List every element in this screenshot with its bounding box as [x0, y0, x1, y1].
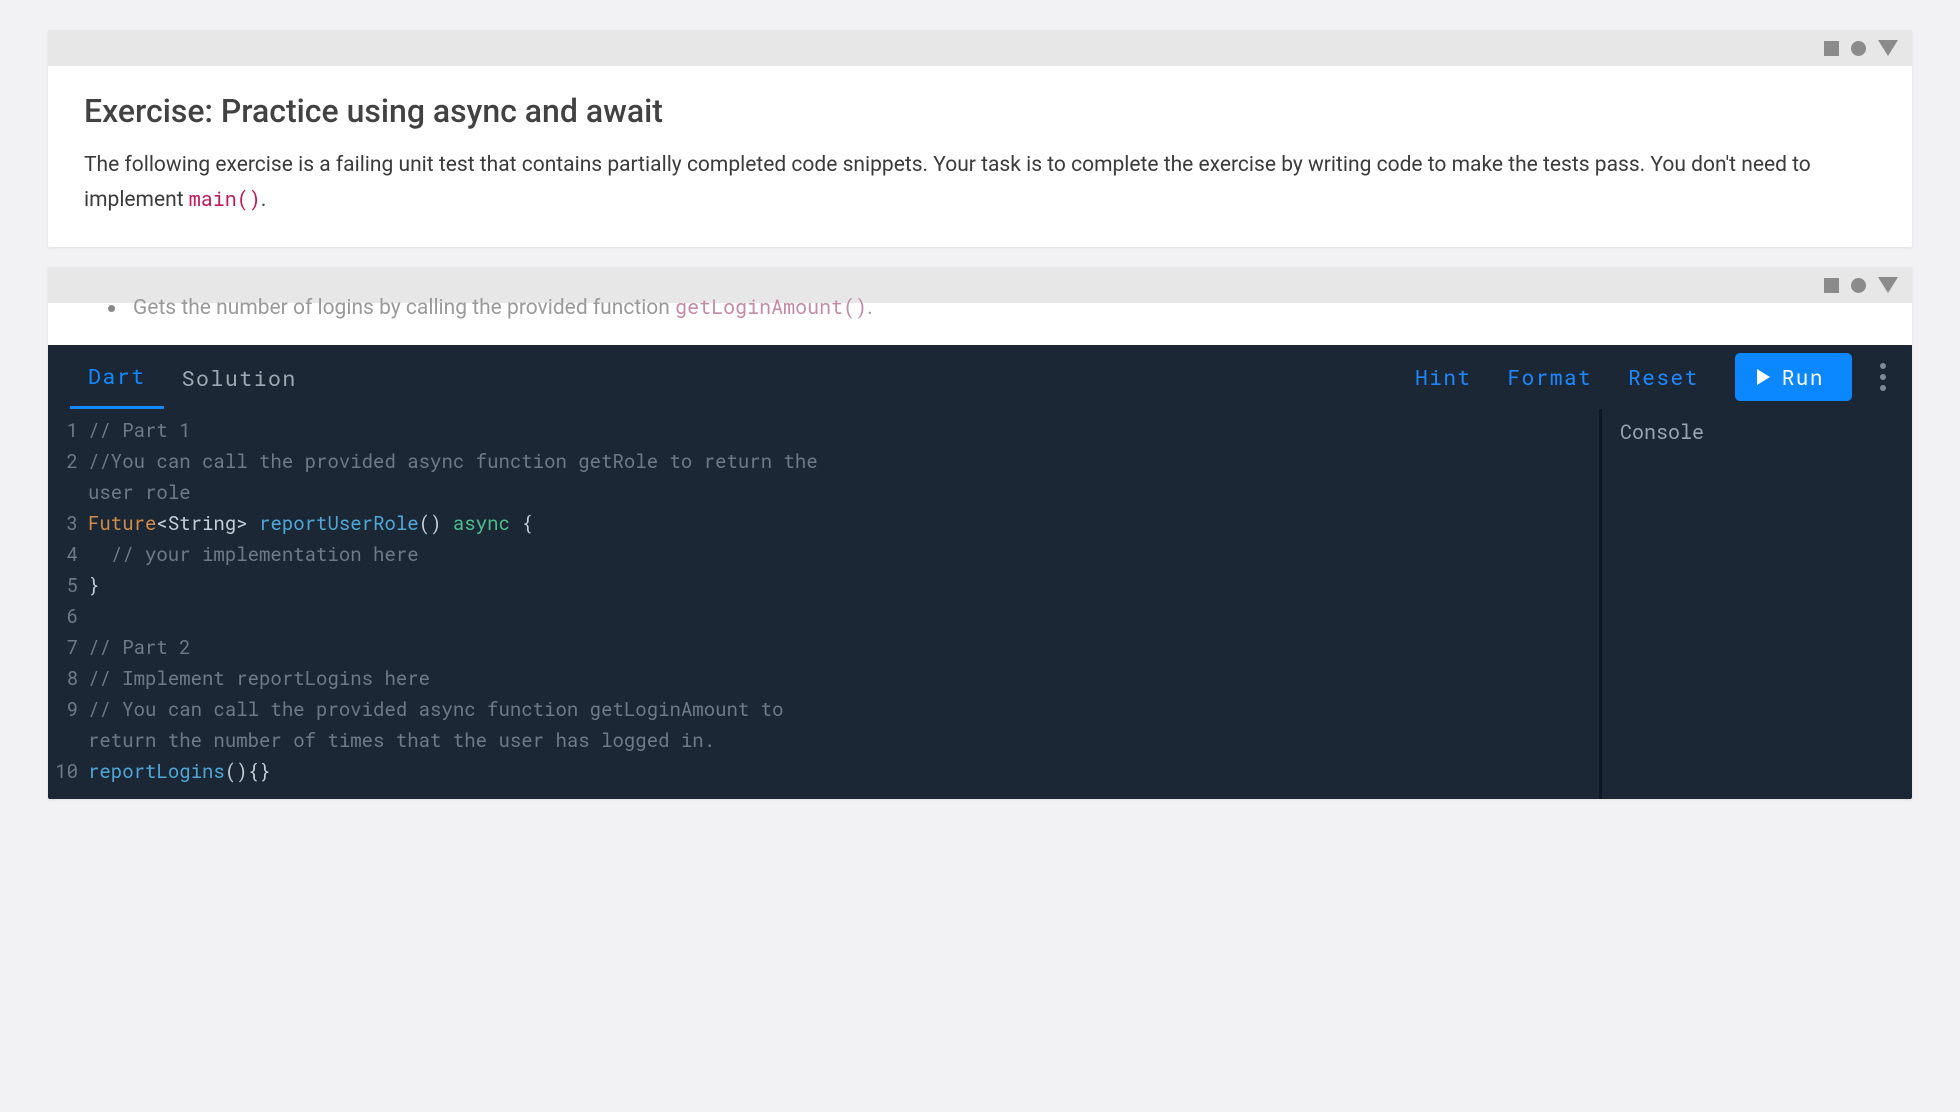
line-number: 7 — [48, 632, 88, 663]
line-number — [48, 725, 88, 756]
truncated-instructions: Gets the number of logins by calling the… — [48, 303, 1912, 345]
code-line[interactable]: 3Future<String> reportUserRole() async { — [48, 508, 1599, 539]
hint-button[interactable]: Hint — [1415, 363, 1471, 391]
line-number: 3 — [48, 508, 88, 539]
exercise-title: Exercise: Practice using async and await — [84, 92, 1876, 130]
reset-button[interactable]: Reset — [1628, 363, 1699, 391]
record-icon[interactable] — [1851, 278, 1866, 293]
line-number: 4 — [48, 539, 88, 570]
editor-toolbar: Dart Solution Hint Format Reset Run — [48, 345, 1912, 409]
line-content[interactable]: Future<String> reportUserRole() async { — [88, 508, 1599, 539]
run-button-label: Run — [1782, 363, 1824, 391]
format-button[interactable]: Format — [1508, 363, 1593, 391]
bullet-text-post: . — [867, 296, 873, 320]
code-line[interactable]: 9// You can call the provided async func… — [48, 694, 1599, 725]
line-content[interactable]: reportLogins(){} — [88, 756, 1599, 787]
line-number: 8 — [48, 663, 88, 694]
line-content[interactable]: // Part 2 — [88, 632, 1599, 663]
line-content[interactable]: } — [88, 570, 1599, 601]
console-label: Console — [1620, 419, 1704, 445]
code-line[interactable]: 5} — [48, 570, 1599, 601]
exercise-intro-card: Exercise: Practice using async and await… — [48, 30, 1912, 247]
dropdown-icon[interactable] — [1878, 277, 1898, 293]
code-editor: Dart Solution Hint Format Reset Run 1// … — [48, 345, 1912, 799]
line-content[interactable]: // your implementation here — [88, 539, 1599, 570]
record-icon[interactable] — [1851, 41, 1866, 56]
more-menu-icon[interactable] — [1880, 363, 1886, 391]
main-code-ref: main() — [189, 186, 261, 212]
exercise-description: The following exercise is a failing unit… — [84, 148, 1876, 217]
tab-solution[interactable]: Solution — [164, 345, 315, 409]
line-number: 6 — [48, 601, 88, 632]
line-content[interactable]: //You can call the provided async functi… — [88, 446, 1599, 477]
line-number: 2 — [48, 446, 88, 477]
console-pane: Console — [1602, 409, 1912, 799]
line-number: 5 — [48, 570, 88, 601]
tab-dart[interactable]: Dart — [70, 345, 164, 409]
bullet-icon — [108, 305, 115, 312]
code-line[interactable]: 6 — [48, 601, 1599, 632]
bullet-text: Gets the number of logins by calling the… — [133, 296, 675, 320]
code-line[interactable]: return the number of times that the user… — [48, 725, 1599, 756]
stop-icon[interactable] — [1824, 41, 1839, 56]
code-line[interactable]: 10reportLogins(){} — [48, 756, 1599, 787]
line-number: 9 — [48, 694, 88, 725]
stop-icon[interactable] — [1824, 278, 1839, 293]
play-icon — [1757, 369, 1770, 385]
code-line[interactable]: 8// Implement reportLogins here — [48, 663, 1599, 694]
exercise-description-text: The following exercise is a failing unit… — [84, 153, 1811, 212]
code-line[interactable]: 1// Part 1 — [48, 415, 1599, 446]
line-content[interactable]: // Part 1 — [88, 415, 1599, 446]
code-line[interactable]: 7// Part 2 — [48, 632, 1599, 663]
code-line[interactable]: 4// your implementation here — [48, 539, 1599, 570]
exercise-description-post: . — [261, 188, 267, 212]
line-content[interactable] — [88, 601, 1599, 632]
run-button[interactable]: Run — [1735, 353, 1852, 401]
dropdown-icon[interactable] — [1878, 40, 1898, 56]
getloginamount-code-ref: getLoginAmount() — [675, 294, 867, 320]
code-line[interactable]: 2//You can call the provided async funct… — [48, 446, 1599, 477]
code-pane[interactable]: 1// Part 12//You can call the provided a… — [48, 409, 1602, 799]
card-header-bar — [48, 30, 1912, 66]
line-number: 10 — [48, 756, 88, 787]
exercise-editor-card: Gets the number of logins by calling the… — [48, 267, 1912, 799]
line-number: 1 — [48, 415, 88, 446]
line-content[interactable]: // Implement reportLogins here — [88, 663, 1599, 694]
line-content[interactable]: // You can call the provided async funct… — [88, 694, 1599, 725]
line-number — [48, 477, 88, 508]
line-content[interactable]: return the number of times that the user… — [88, 725, 1599, 756]
line-content[interactable]: user role — [88, 477, 1599, 508]
code-line[interactable]: user role — [48, 477, 1599, 508]
